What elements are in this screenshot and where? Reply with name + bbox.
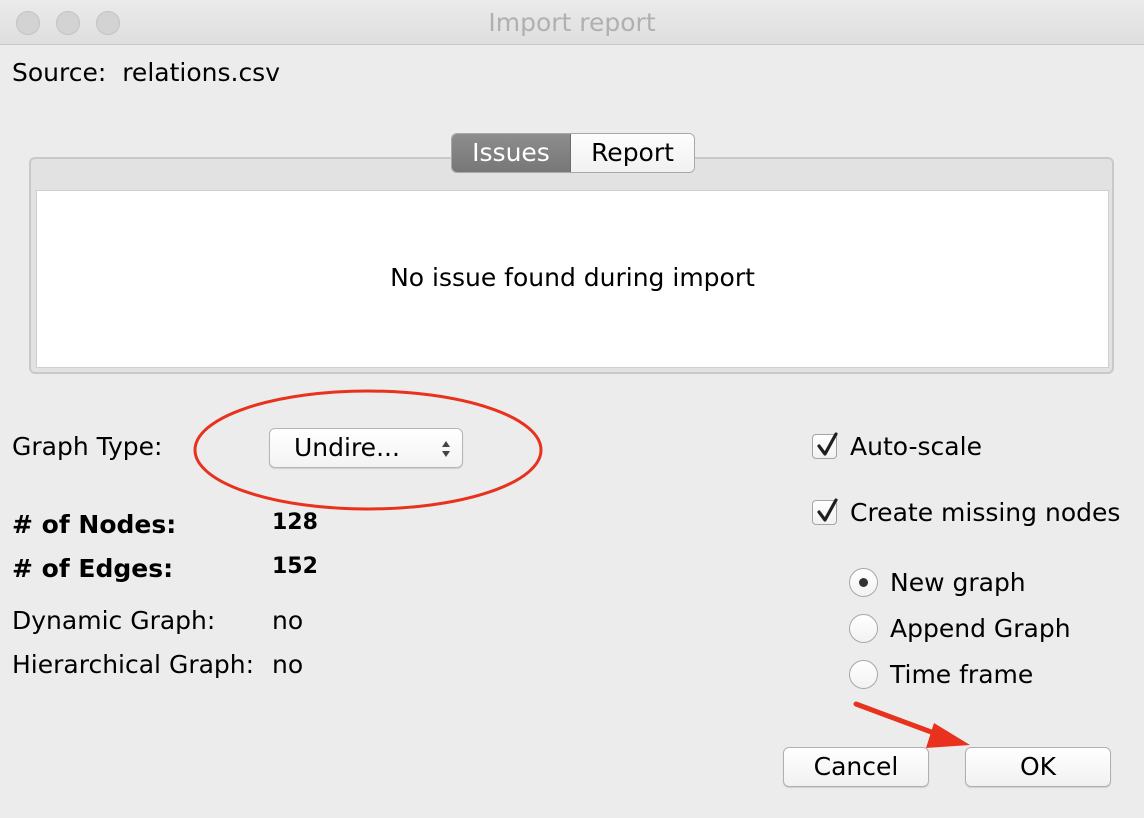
red-arrow-icon — [853, 701, 970, 748]
issues-content: No issue found during import — [36, 190, 1109, 368]
graph-type-value: Undire... — [294, 433, 400, 462]
hierarchical-graph-value: no — [272, 650, 304, 679]
title-bar: Import report — [0, 0, 1144, 45]
tab-report[interactable]: Report — [571, 134, 694, 172]
updown-arrows-icon — [440, 438, 452, 464]
tab-issues[interactable]: Issues — [452, 134, 571, 172]
time-frame-label[interactable]: Time frame — [890, 660, 1033, 689]
annotation-overlay — [193, 389, 970, 748]
radio-append-graph[interactable] — [849, 614, 878, 643]
source-label: Source: — [12, 58, 107, 87]
radio-time-frame[interactable] — [849, 660, 878, 689]
source-line: Source: relations.csv — [12, 58, 280, 87]
ok-button[interactable]: OK — [965, 747, 1111, 787]
nodes-value: 128 — [272, 510, 318, 535]
issues-message: No issue found during import — [390, 263, 755, 292]
tab-bar: Issues Report — [451, 133, 695, 173]
create-missing-nodes-checkbox[interactable] — [812, 498, 838, 525]
radio-selected-dot — [859, 578, 868, 587]
window-title: Import report — [488, 8, 656, 37]
checkmark-icon — [817, 498, 838, 522]
create-missing-nodes-label[interactable]: Create missing nodes — [850, 498, 1120, 527]
append-graph-label[interactable]: Append Graph — [890, 614, 1071, 643]
edges-label: # of Edges: — [12, 554, 174, 583]
cancel-button[interactable]: Cancel — [783, 747, 929, 787]
dynamic-graph-value: no — [272, 606, 304, 635]
hierarchical-graph-label: Hierarchical Graph: — [12, 650, 255, 679]
auto-scale-checkbox[interactable] — [812, 432, 838, 459]
graph-type-select[interactable]: Undire... — [269, 428, 463, 468]
radio-new-graph[interactable] — [849, 568, 878, 597]
issues-panel: No issue found during import — [29, 157, 1114, 374]
graph-type-label: Graph Type: — [12, 432, 163, 461]
checkmark-icon — [817, 432, 838, 456]
source-filename: relations.csv — [122, 58, 281, 87]
auto-scale-label[interactable]: Auto-scale — [850, 432, 982, 461]
dynamic-graph-label: Dynamic Graph: — [12, 606, 216, 635]
edges-value: 152 — [272, 554, 318, 579]
nodes-label: # of Nodes: — [12, 510, 177, 539]
new-graph-label[interactable]: New graph — [890, 568, 1026, 597]
